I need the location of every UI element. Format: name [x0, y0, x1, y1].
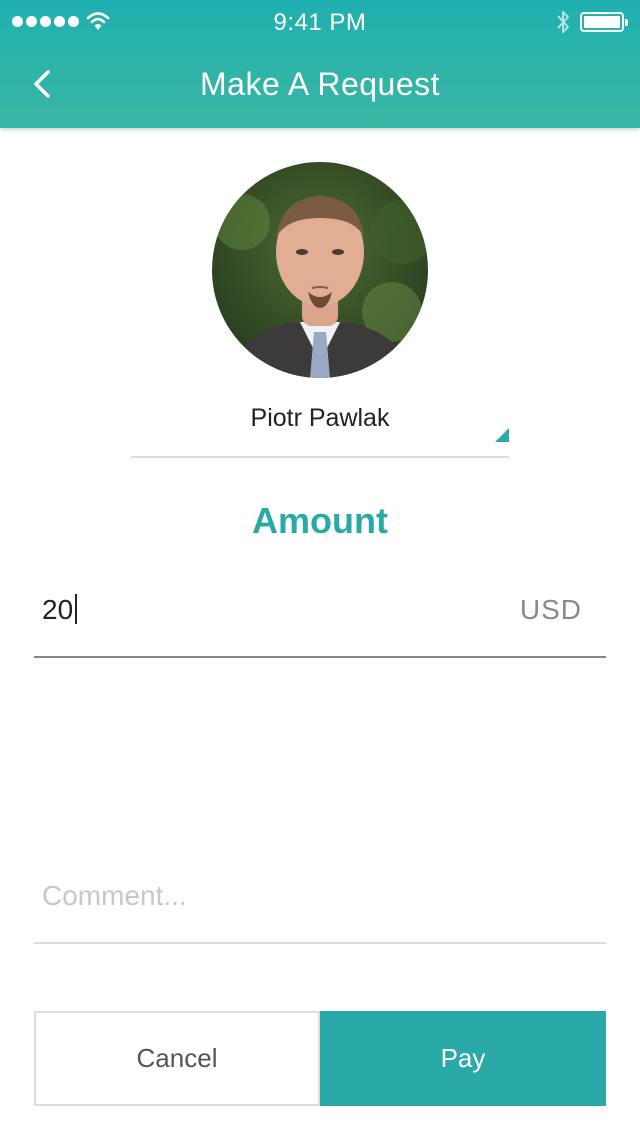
cancel-button[interactable]: Cancel [34, 1011, 320, 1106]
header: 9:41 PM Make A Request [0, 0, 640, 128]
amount-label: Amount [252, 500, 388, 541]
dropdown-triangle-icon [495, 428, 509, 442]
recipient-select[interactable]: Piotr Pawlak [131, 392, 509, 458]
text-cursor [75, 594, 78, 624]
status-time: 9:41 PM [273, 9, 367, 36]
status-bar: 9:41 PM [0, 0, 640, 44]
avatar[interactable] [212, 162, 428, 378]
pay-button[interactable]: Pay [320, 1011, 606, 1106]
battery-icon [580, 12, 628, 32]
comment-input[interactable] [42, 876, 582, 916]
recipient-name: Piotr Pawlak [250, 404, 390, 432]
amount-value: 20 [42, 594, 74, 625]
make-request-screen: 9:41 PM Make A Request Piotr Pawlak Amou… [0, 0, 640, 1136]
currency-label: USD [519, 594, 582, 625]
bluetooth-icon [557, 11, 569, 33]
comment-field[interactable] [34, 862, 606, 944]
amount-input[interactable]: 20 USD [34, 572, 606, 658]
page-title: Make A Request [199, 66, 441, 102]
